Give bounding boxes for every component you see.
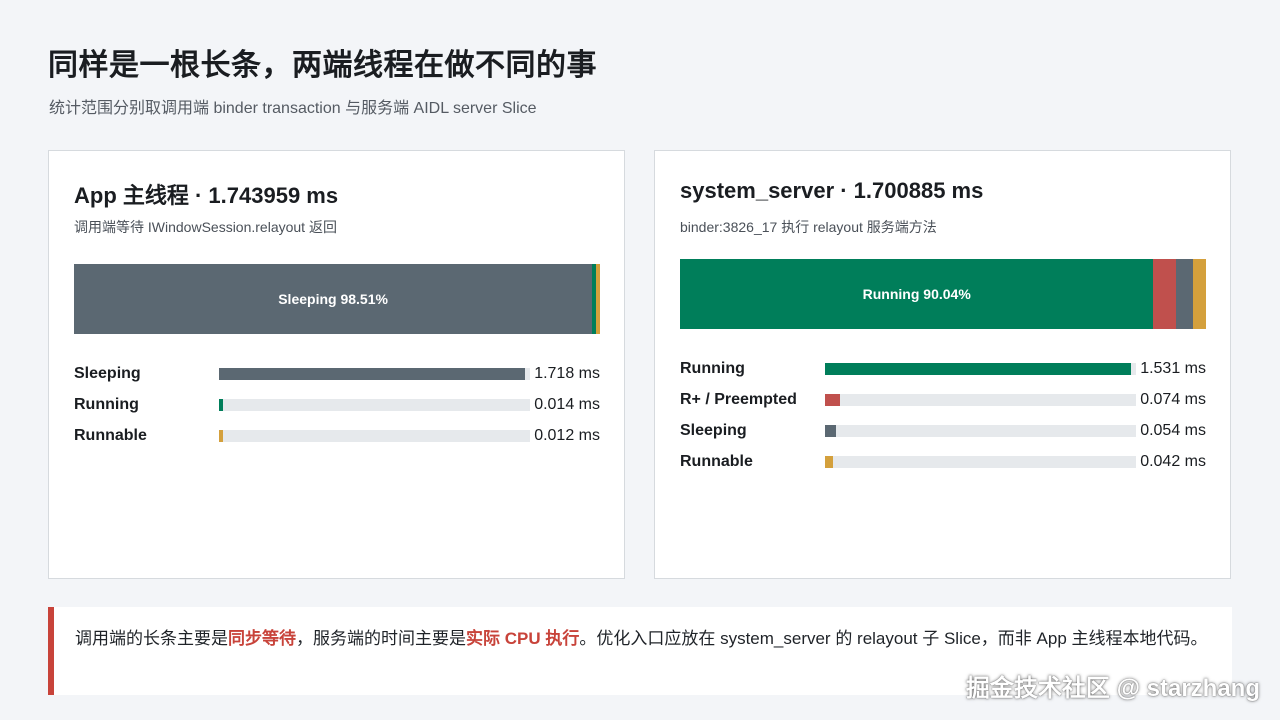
stacked-segment: Sleeping 98.51% [74,264,593,334]
stacked-segment-label: Running 90.04% [862,286,971,302]
state-value: 1.531 ms [1140,359,1206,377]
bar-track [219,429,530,442]
state-value: 0.014 ms [534,395,600,413]
note-text: ，服务端的时间主要是 [296,629,466,648]
stacked-segment [1176,259,1193,329]
state-breakdown: Running 1.531 ms R+ / Preempted 0.074 ms Sle… [680,353,1206,477]
stacked-bar: Running 90.04% [680,259,1206,329]
bar-fill [825,393,840,406]
state-label: Running [74,395,139,413]
state-label: Runnable [74,426,147,444]
bar-fill [825,362,1132,375]
card-subtitle: binder:3826_17 执行 relayout 服务端方法 [680,219,937,235]
state-breakdown: Sleeping 1.718 ms Running 0.014 ms Runnable 0… [74,358,600,451]
bar-fill [219,367,526,380]
state-row: Running 1.531 ms [680,353,1206,384]
state-row: R+ / Preempted 0.074 ms [680,384,1206,415]
stacked-segment [1153,259,1177,329]
bar-track [825,362,1136,375]
app-main-thread-card: App 主线程 · 1.743959 ms 调用端等待 IWindowSessi… [48,150,625,579]
state-value: 0.042 ms [1140,452,1206,470]
bar-track [219,398,530,411]
card-title: App 主线程 · 1.743959 ms [74,183,339,208]
bar-track [825,393,1136,406]
state-value: 0.012 ms [534,426,600,444]
state-label: Sleeping [74,364,141,382]
stacked-segment: Running 90.04% [680,259,1154,329]
stacked-bar: Sleeping 98.51% [74,264,600,334]
bar-fill [219,398,223,411]
note-text: 调用端的长条主要是 [75,629,228,648]
state-value: 1.718 ms [534,364,600,382]
stacked-segment-label: Sleeping 98.51% [278,291,388,307]
bar-fill [825,455,834,468]
note-highlight: 实际 CPU 执行 [466,629,580,648]
page-title: 同样是一根长条，两端线程在做不同的事 [48,49,597,82]
state-row: Running 0.014 ms [74,389,600,420]
state-row: Runnable 0.042 ms [680,446,1206,477]
state-value: 0.054 ms [1140,421,1206,439]
card-title: system_server · 1.700885 ms [680,178,984,203]
state-label: R+ / Preempted [680,390,797,408]
bar-fill [825,424,836,437]
stacked-segment [596,264,600,334]
page-subtitle: 统计范围分别取调用端 binder transaction 与服务端 AIDL … [49,100,537,117]
state-label: Running [680,359,745,377]
bar-track [825,455,1136,468]
state-row: Sleeping 0.054 ms [680,415,1206,446]
bar-track [219,367,530,380]
bar-track [825,424,1136,437]
stacked-segment [1192,259,1206,329]
system-server-card: system_server · 1.700885 ms binder:3826_… [654,150,1231,579]
note-highlight: 同步等待 [228,629,296,648]
watermark: 掘金技术社区 @ starzhang [965,675,1260,702]
note-text: 。优化入口应放在 system_server 的 relayout 子 Slic… [579,629,1208,648]
state-value: 0.074 ms [1140,390,1206,408]
state-row: Sleeping 1.718 ms [74,358,600,389]
card-subtitle: 调用端等待 IWindowSession.relayout 返回 [74,219,337,235]
state-label: Sleeping [680,421,747,439]
bar-fill [219,429,223,442]
state-row: Runnable 0.012 ms [74,420,600,451]
state-label: Runnable [680,452,753,470]
